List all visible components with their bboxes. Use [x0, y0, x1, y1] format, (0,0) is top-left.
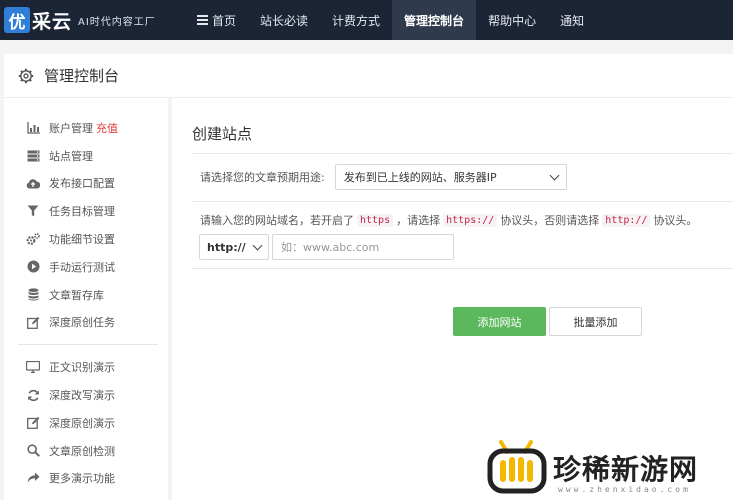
- add-site-button[interactable]: 添加网站: [453, 307, 546, 336]
- page-title: 管理控制台: [44, 67, 120, 85]
- share-icon: [26, 471, 40, 485]
- sidebar-item-label: 文章暂存库: [49, 288, 104, 302]
- refresh-icon: [26, 388, 40, 402]
- brand-logo[interactable]: 优 采云 AI时代内容工厂: [0, 0, 185, 40]
- hint-text: 协议头。: [653, 214, 698, 227]
- logo-slogan: AI时代内容工厂: [78, 16, 156, 28]
- nav-item-must-read[interactable]: 站长必读: [248, 0, 320, 40]
- sidebar-item-deep-original-demo[interactable]: 深度原创演示: [4, 409, 168, 437]
- sidebar-item-label: 站点管理: [49, 149, 93, 163]
- cloud-upload-icon: [26, 176, 40, 190]
- gear-icon: [18, 68, 34, 83]
- sidebar-item-label: 账户管理: [49, 121, 93, 135]
- sidebar-item-label: 深度改写演示: [49, 389, 115, 403]
- purpose-row: 请选择您的文章预期用途: 发布到已上线的网站、服务器IP: [200, 164, 567, 190]
- batch-add-button[interactable]: 批量添加: [549, 307, 642, 336]
- search-icon: [26, 444, 40, 458]
- hint-text: ，请选择: [396, 214, 441, 227]
- hint-text: 请输入您的网站域名，若开启了: [200, 214, 354, 227]
- sidebar-item-label: 更多演示功能: [49, 472, 115, 486]
- chevron-down-icon: [549, 170, 560, 181]
- sidebar-item-deep-original-task[interactable]: 深度原创任务: [4, 309, 168, 337]
- divider: [192, 153, 733, 154]
- nav-item-label: 通知: [560, 13, 585, 28]
- hint-code: https: [357, 213, 394, 227]
- chart-icon: [26, 121, 40, 135]
- section-title: 创建站点: [192, 125, 253, 143]
- sidebar-item-label: 深度原创演示: [49, 416, 115, 430]
- cogs-icon: [26, 232, 40, 246]
- edit-icon: [26, 416, 40, 430]
- domain-row: http://: [199, 234, 454, 260]
- sidebar-item-sites[interactable]: 站点管理: [4, 142, 168, 170]
- protocol-select[interactable]: http://: [199, 234, 269, 260]
- protocol-select-value: http://: [207, 240, 246, 254]
- sidebar-group-manage: 账户管理 充值 站点管理 发布接口配置 任务目标管理 功能细节设置 手动运行测试…: [4, 98, 168, 336]
- nav-item-label: 首页: [212, 13, 237, 28]
- nav-item-label: 帮助中心: [488, 13, 537, 28]
- logo-mark: 优: [4, 7, 30, 33]
- sidebar-item-account[interactable]: 账户管理 充值: [4, 114, 168, 142]
- sidebar-item-label: 正文识别演示: [49, 361, 115, 375]
- sidebar-item-tasks[interactable]: 任务目标管理: [4, 197, 168, 225]
- purpose-select[interactable]: 发布到已上线的网站、服务器IP: [334, 164, 567, 190]
- sidebar-item-label: 手动运行测试: [49, 260, 115, 274]
- sidebar-item-label: 深度原创任务: [49, 316, 115, 330]
- nav-item-label: 站长必读: [260, 13, 309, 28]
- sidebar-item-deep-rewrite-demo[interactable]: 深度改写演示: [4, 381, 168, 409]
- sidebar-item-settings[interactable]: 功能细节设置: [4, 225, 168, 253]
- sidebar-item-label: 发布接口配置: [49, 177, 115, 191]
- hint-text: 协议头，否则请选择: [500, 214, 600, 227]
- watermark-url: www.zhenxidao.com: [558, 485, 691, 494]
- protocol-hint: 请输入您的网站域名，若开启了 https ，请选择 https:// 协议头，否…: [200, 212, 697, 228]
- domain-input[interactable]: [272, 234, 454, 260]
- sidebar-item-originality-check[interactable]: 文章原创检测: [4, 437, 168, 465]
- chevron-down-icon: [252, 240, 263, 251]
- sidebar-group-demo: 正文识别演示 深度改写演示 深度原创演示 文章原创检测 更多演示功能: [4, 353, 168, 492]
- divider: [192, 268, 733, 269]
- top-nav: 优 采云 AI时代内容工厂 首页 站长必读 计费方式 管理控制台 帮助中心 通知: [0, 0, 733, 40]
- nav-item-label: 管理控制台: [404, 13, 465, 28]
- database-icon: [26, 288, 40, 302]
- sidebar-item-article-store[interactable]: 文章暂存库: [4, 281, 168, 309]
- purpose-select-value: 发布到已上线的网站、服务器IP: [343, 171, 497, 184]
- sidebar-item-label: 文章原创检测: [49, 444, 115, 458]
- edit-icon: [26, 315, 40, 329]
- filter-icon: [26, 204, 40, 218]
- nav-item-pricing[interactable]: 计费方式: [320, 0, 392, 40]
- nav-item-home[interactable]: 首页: [185, 0, 248, 40]
- sidebar-item-label: 功能细节设置: [49, 233, 115, 247]
- watermark-text: 珍稀新游网: [553, 452, 699, 486]
- divider: [192, 201, 733, 202]
- watermark-logo-icon: [487, 440, 547, 494]
- sidebar-item-more-demos[interactable]: 更多演示功能: [4, 465, 168, 493]
- nav-item-console[interactable]: 管理控制台: [392, 0, 477, 40]
- hint-code: https://: [443, 213, 498, 227]
- nav-item-help[interactable]: 帮助中心: [476, 0, 548, 40]
- sidebar: 账户管理 充值 站点管理 发布接口配置 任务目标管理 功能细节设置 手动运行测试…: [4, 98, 168, 500]
- nav-item-notice[interactable]: 通知: [548, 0, 596, 40]
- purpose-label: 请选择您的文章预期用途:: [200, 171, 325, 184]
- sidebar-item-text-recognition-demo[interactable]: 正文识别演示: [4, 353, 168, 381]
- logo-name: 采云: [32, 10, 73, 33]
- play-icon: [26, 260, 40, 274]
- page-header: 管理控制台: [4, 54, 733, 98]
- menu-icon: [197, 13, 208, 27]
- sidebar-divider: [18, 344, 158, 346]
- server-icon: [26, 149, 40, 163]
- sidebar-item-label: 任务目标管理: [49, 205, 115, 219]
- nav-item-label: 计费方式: [332, 13, 381, 28]
- hint-code: http://: [602, 213, 651, 227]
- sidebar-item-publish-api[interactable]: 发布接口配置: [4, 170, 168, 198]
- sidebar-item-manual-run[interactable]: 手动运行测试: [4, 253, 168, 281]
- monitor-icon: [26, 360, 40, 374]
- recharge-link[interactable]: 充值: [96, 120, 118, 136]
